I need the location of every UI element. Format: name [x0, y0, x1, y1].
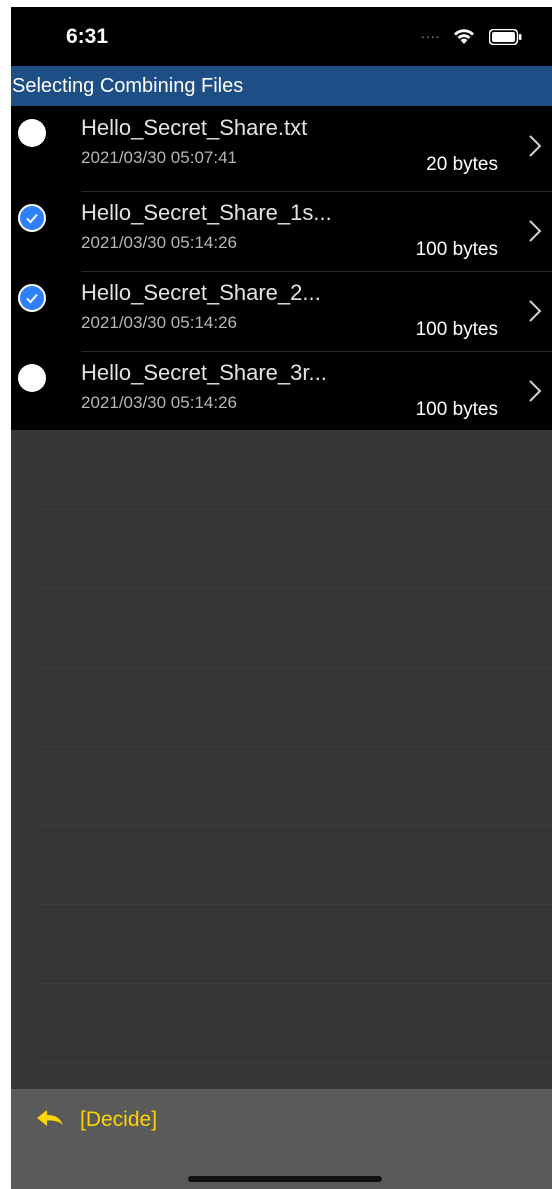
file-date: 2021/03/30 05:14:26 — [81, 233, 237, 252]
file-name: Hello_Secret_Share_2... — [81, 280, 321, 305]
checkbox-checked[interactable] — [18, 204, 46, 232]
status-time: 6:31 — [66, 25, 109, 48]
file-date: 2021/03/30 05:14:26 — [81, 313, 237, 332]
divider — [39, 983, 552, 984]
checkbox-unchecked[interactable] — [18, 364, 46, 392]
page-title: Selecting Combining Files — [12, 75, 244, 97]
chevron-right-icon[interactable] — [528, 134, 542, 163]
signal-dots: .... — [421, 25, 441, 41]
file-name: Hello_Secret_Share.txt — [81, 115, 308, 140]
file-list: Hello_Secret_Share.txt 2021/03/30 05:07:… — [11, 106, 552, 430]
wifi-icon — [452, 27, 476, 50]
list-item[interactable]: Hello_Secret_Share.txt 2021/03/30 05:07:… — [11, 106, 552, 191]
divider — [39, 1062, 552, 1063]
chevron-right-icon[interactable] — [528, 379, 542, 408]
chevron-right-icon[interactable] — [528, 299, 542, 328]
reply-arrow-icon — [36, 1108, 64, 1133]
list-item[interactable]: Hello_Secret_Share_2... 2021/03/30 05:14… — [11, 271, 552, 351]
bottom-toolbar: [Decide] — [11, 1089, 552, 1189]
file-size: 100 bytes — [415, 319, 498, 340]
checkbox-checked[interactable] — [18, 284, 46, 312]
file-size: 20 bytes — [426, 154, 498, 175]
app-screen: 6:31 .... Selecting Combining Files Hell… — [11, 7, 552, 1189]
divider — [39, 588, 552, 589]
file-date: 2021/03/30 05:07:41 — [81, 148, 237, 167]
list-item[interactable]: Hello_Secret_Share_1s... 2021/03/30 05:1… — [11, 191, 552, 271]
status-bar: 6:31 .... — [11, 7, 552, 66]
divider — [39, 825, 552, 826]
home-indicator — [188, 1176, 382, 1182]
list-item[interactable]: Hello_Secret_Share_3r... 2021/03/30 05:1… — [11, 351, 552, 431]
decide-button[interactable]: [Decide] — [36, 1103, 157, 1137]
divider — [39, 667, 552, 668]
divider — [39, 904, 552, 905]
decide-label: [Decide] — [80, 1108, 158, 1131]
file-name: Hello_Secret_Share_1s... — [81, 200, 332, 225]
file-size: 100 bytes — [415, 399, 498, 420]
header-bar: Selecting Combining Files — [11, 66, 552, 106]
checkbox-unchecked[interactable] — [18, 119, 46, 147]
file-size: 100 bytes — [415, 239, 498, 260]
divider — [39, 509, 552, 510]
battery-icon — [488, 28, 523, 50]
empty-list-area — [11, 430, 552, 1089]
file-date: 2021/03/30 05:14:26 — [81, 393, 237, 412]
divider — [39, 746, 552, 747]
file-name: Hello_Secret_Share_3r... — [81, 360, 327, 385]
chevron-right-icon[interactable] — [528, 219, 542, 248]
